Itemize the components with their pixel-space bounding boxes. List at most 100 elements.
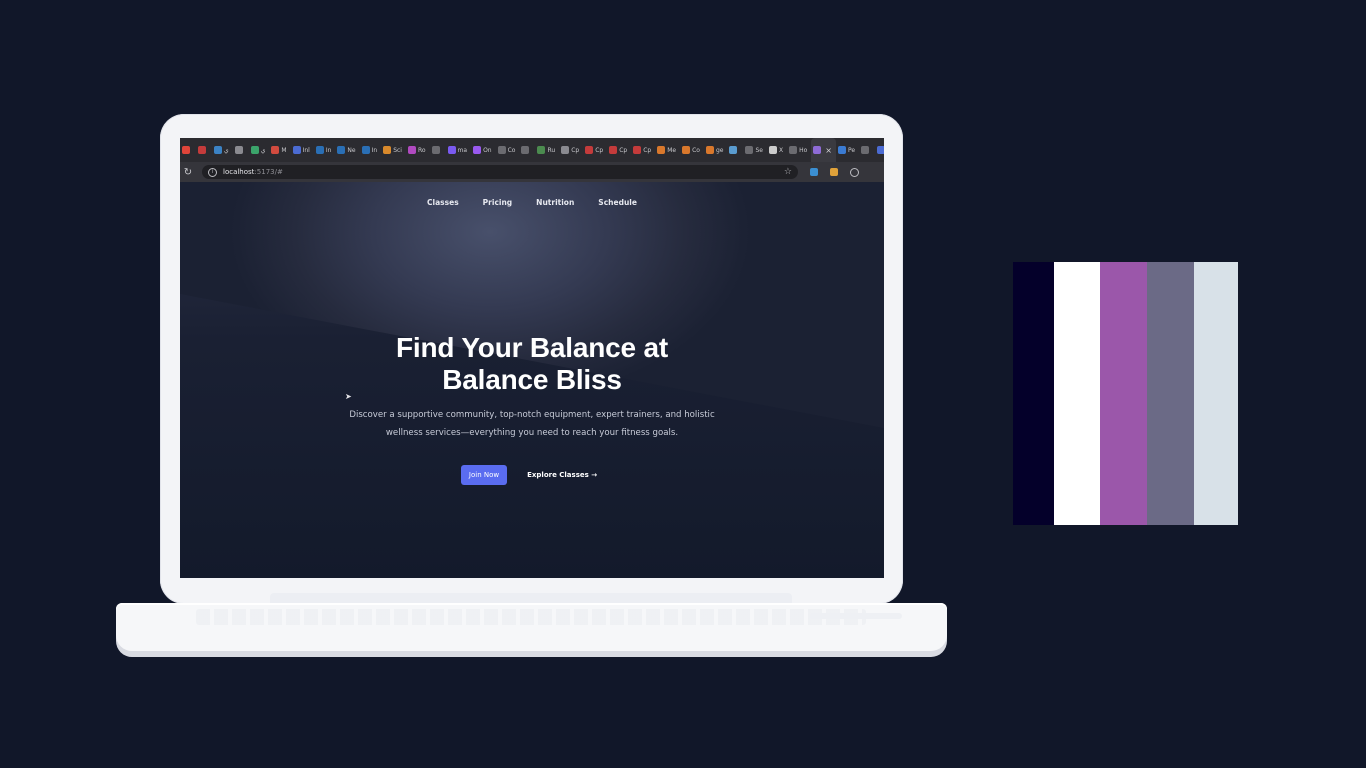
- browser-tab[interactable]: [180, 138, 196, 162]
- main-nav: Classes Pricing Nutrition Schedule: [180, 198, 884, 207]
- site-info-icon[interactable]: i: [208, 167, 217, 177]
- extension-icon[interactable]: [810, 168, 818, 176]
- tab-label: Cp: [571, 146, 580, 154]
- tab-label: In: [371, 146, 378, 154]
- tab-favicon-icon: [877, 146, 884, 154]
- hero-actions: Join Now Explore Classes →: [180, 465, 884, 485]
- browser-tab[interactable]: ge: [704, 138, 728, 162]
- tab-favicon-icon: [729, 146, 738, 154]
- browser-tab[interactable]: Cp: [559, 138, 583, 162]
- tab-favicon-icon: [383, 146, 392, 154]
- tab-label: Cp: [595, 146, 604, 154]
- browser-tab[interactable]: Me: [655, 138, 680, 162]
- palette-swatch: [1054, 262, 1100, 525]
- browser-tab[interactable]: ma: [446, 138, 472, 162]
- browser-tab[interactable]: Co: [496, 138, 520, 162]
- hero-title-line-2: Balance Bliss: [442, 364, 622, 395]
- tab-favicon-icon: [337, 146, 346, 154]
- tab-favicon-icon: [315, 146, 324, 154]
- address-bar[interactable]: i localhost :5173/# ☆: [202, 165, 798, 179]
- browser-tab[interactable]: Cp: [583, 138, 607, 162]
- tab-label: X: [778, 146, 784, 154]
- browser-tab[interactable]: Ro: [406, 138, 430, 162]
- tab-favicon-icon: [234, 146, 243, 154]
- tab-label: Ho: [799, 146, 808, 154]
- tab-favicon-icon: [657, 146, 666, 154]
- browser-tab[interactable]: X: [767, 138, 787, 162]
- browser-address-row: ↻ i localhost :5173/# ☆: [180, 162, 884, 182]
- tab-label: Co: [692, 146, 700, 154]
- browser-tab[interactable]: M: [269, 138, 290, 162]
- tab-favicon-icon: [198, 146, 206, 154]
- tab-label: Sci: [393, 146, 402, 154]
- tab-label: Cp: [619, 146, 628, 154]
- tab-label: ma: [457, 146, 468, 154]
- browser-tab[interactable]: [727, 138, 743, 162]
- tab-favicon-icon: [271, 146, 280, 154]
- tab-favicon-icon: [861, 146, 870, 154]
- browser-tab[interactable]: ي: [212, 138, 233, 162]
- reload-icon[interactable]: ↻: [180, 167, 196, 178]
- browser-tab[interactable]: [519, 138, 535, 162]
- tab-label: Pe: [847, 146, 856, 154]
- browser-tab[interactable]: [859, 138, 875, 162]
- tab-favicon-icon: [768, 146, 777, 154]
- browser-tab-bar: ي ي M Inl In Ne In Sci Ro ma On Co Ru Cp Cp Cp Cp Me Co ge S…: [180, 138, 884, 162]
- tab-favicon-icon: [431, 146, 440, 154]
- tab-favicon-icon: [789, 146, 798, 154]
- laptop-screen: ي ي M Inl In Ne In Sci Ro ma On Co Ru Cp Cp Cp Cp Me Co ge S…: [180, 138, 884, 578]
- browser-tab[interactable]: ي: [249, 138, 270, 162]
- nav-item-pricing[interactable]: Pricing: [483, 198, 513, 207]
- browser-tab[interactable]: Ho: [787, 138, 811, 162]
- tab-label: Ro: [417, 146, 426, 154]
- palette-swatch: [1100, 262, 1147, 525]
- browser-tab[interactable]: Cp: [607, 138, 631, 162]
- browser-tab[interactable]: Inj: [875, 138, 884, 162]
- bookmark-star-icon[interactable]: ☆: [784, 167, 792, 177]
- palette-swatch: [1194, 262, 1238, 525]
- explore-classes-link[interactable]: Explore Classes →: [521, 470, 603, 480]
- tab-label: ge: [715, 146, 724, 154]
- tab-favicon-icon: [609, 146, 618, 154]
- browser-tab[interactable]: Cp: [631, 138, 655, 162]
- tab-favicon-icon: [182, 146, 190, 154]
- browser-tab[interactable]: Ru: [535, 138, 559, 162]
- browser-tab-active[interactable]: ×: [811, 138, 836, 162]
- palette-swatch: [1013, 262, 1054, 525]
- nav-item-classes[interactable]: Classes: [427, 198, 459, 207]
- web-page: Classes Pricing Nutrition Schedule Find …: [180, 182, 884, 578]
- browser-tab[interactable]: In: [314, 138, 336, 162]
- tab-favicon-icon: [250, 146, 259, 154]
- tab-favicon-icon: [361, 146, 370, 154]
- browser-tab[interactable]: In: [360, 138, 382, 162]
- extension-icon[interactable]: [830, 168, 838, 176]
- tab-label: Se: [755, 146, 763, 154]
- tab-label: In: [325, 146, 332, 154]
- browser-tab[interactable]: Sci: [381, 138, 406, 162]
- browser-tab[interactable]: [233, 138, 249, 162]
- browser-tab[interactable]: Inl: [291, 138, 314, 162]
- hero-subtitle: Discover a supportive community, top-not…: [349, 410, 715, 438]
- hero-title-line-1: Find Your Balance at: [396, 332, 668, 363]
- tab-label: Ru: [547, 146, 556, 154]
- browser-tab[interactable]: Ne: [335, 138, 359, 162]
- join-now-button[interactable]: Join Now: [460, 465, 508, 485]
- tab-label: Co: [507, 146, 516, 154]
- profile-icon[interactable]: [850, 167, 859, 177]
- tab-close-icon[interactable]: ×: [825, 146, 832, 155]
- browser-tab[interactable]: Pe: [836, 138, 859, 162]
- laptop-keyboard: [196, 609, 866, 625]
- browser-tab[interactable]: Se: [743, 138, 767, 162]
- tab-favicon-icon: [473, 146, 482, 154]
- nav-item-schedule[interactable]: Schedule: [598, 198, 637, 207]
- tab-favicon-icon: [585, 146, 594, 154]
- tab-label: M: [281, 146, 287, 154]
- browser-tab[interactable]: Co: [680, 138, 704, 162]
- browser-tab[interactable]: [196, 138, 212, 162]
- palette-swatch: [1147, 262, 1194, 525]
- tab-favicon-icon: [633, 146, 642, 154]
- nav-item-nutrition[interactable]: Nutrition: [536, 198, 574, 207]
- tab-favicon-icon: [561, 146, 570, 154]
- browser-tab[interactable]: [430, 138, 446, 162]
- browser-tab[interactable]: On: [471, 138, 496, 162]
